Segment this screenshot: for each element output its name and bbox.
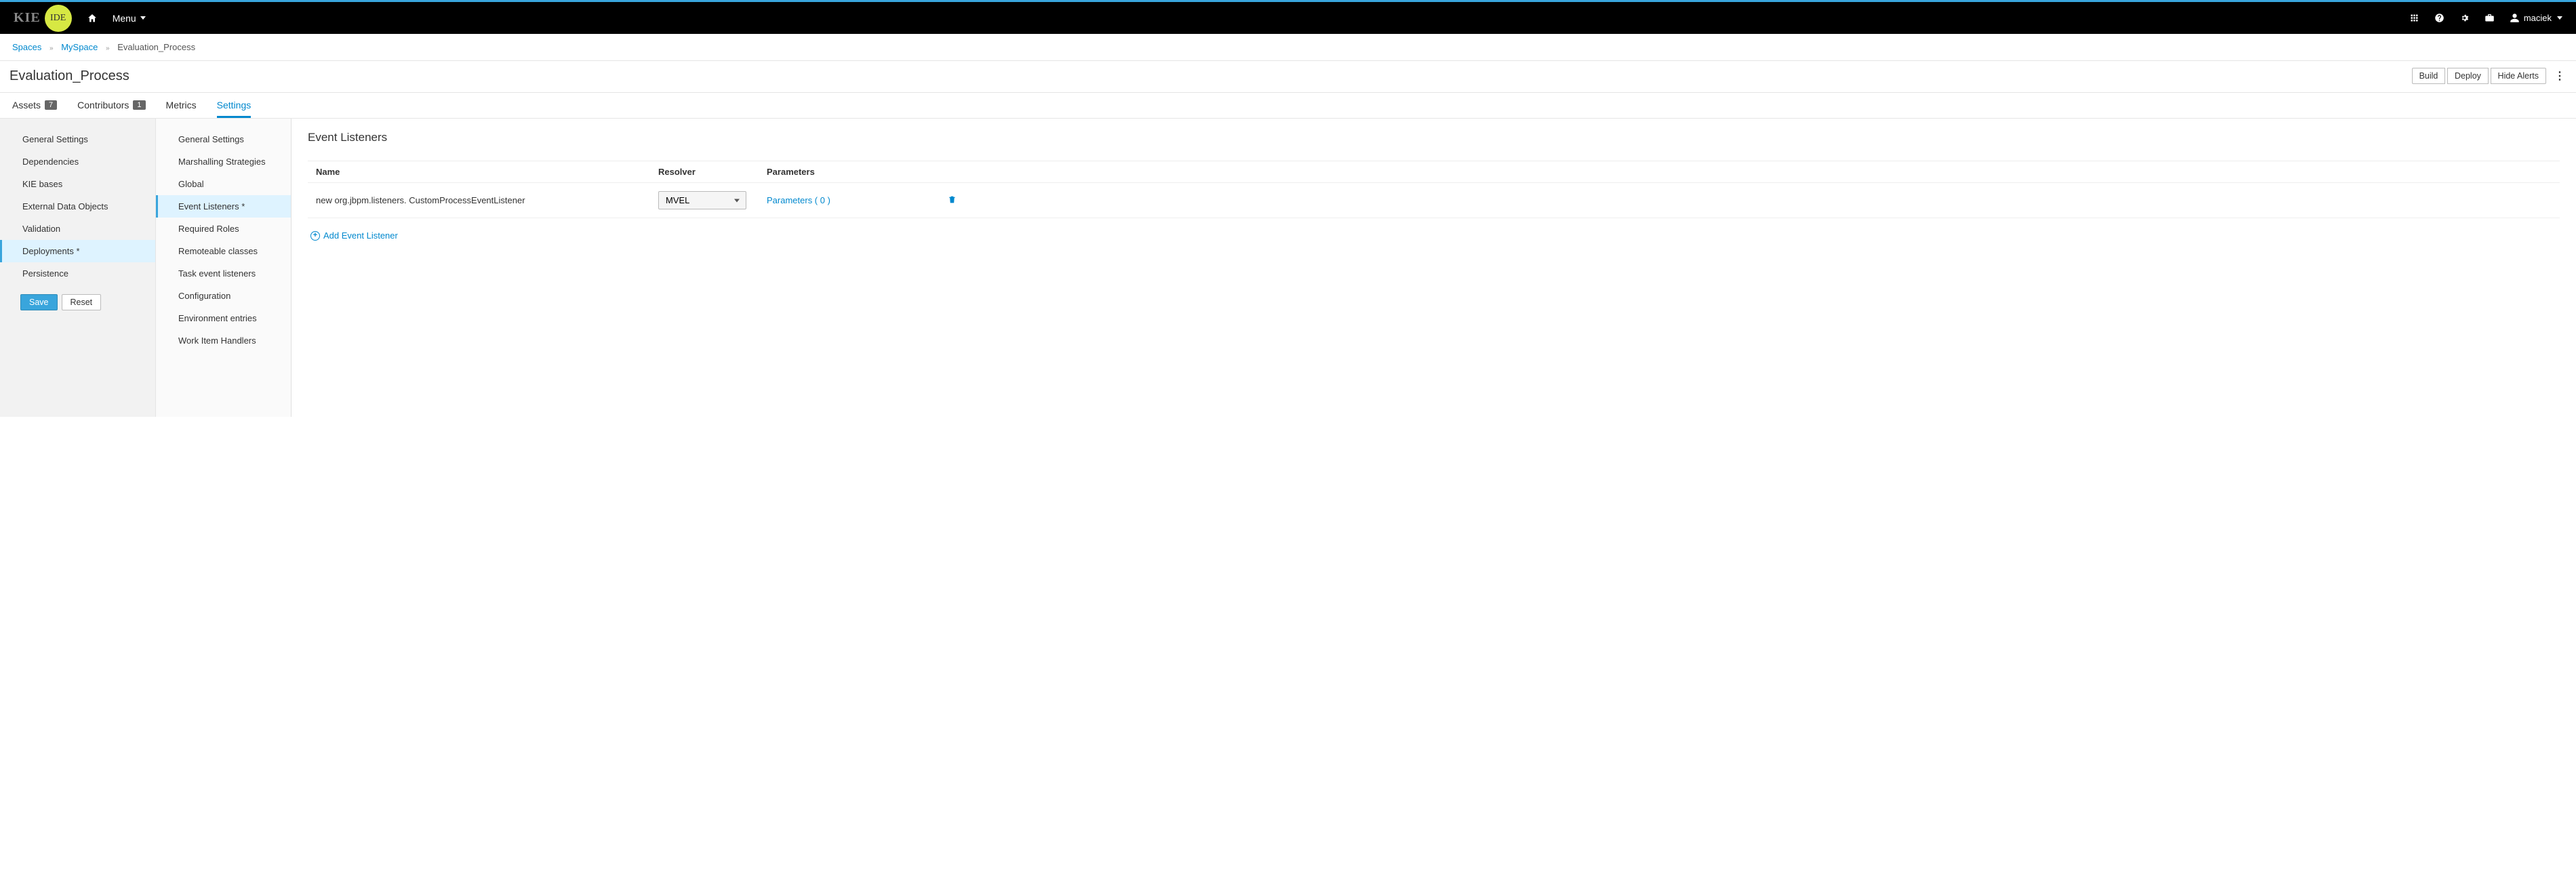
sidebar-item-external-data-objects[interactable]: External Data Objects bbox=[0, 195, 155, 218]
sidebar-item-dependencies[interactable]: Dependencies bbox=[0, 150, 155, 173]
hide-alerts-button[interactable]: Hide Alerts bbox=[2491, 68, 2546, 84]
menu-dropdown[interactable]: Menu bbox=[113, 13, 146, 24]
action-button-group: Build Deploy Hide Alerts bbox=[2412, 68, 2546, 84]
deployments-sidebar: General Settings Marshalling Strategies … bbox=[156, 119, 291, 417]
table-row: new org.jbpm.listeners. CustomProcessEve… bbox=[308, 183, 2560, 218]
subnav-item-marshalling-strategies[interactable]: Marshalling Strategies bbox=[156, 150, 291, 173]
tab-contributors[interactable]: Contributors 1 bbox=[77, 93, 145, 118]
main-panel: Event Listeners Name Resolver Parameters… bbox=[291, 119, 2576, 417]
tabs: Assets 7 Contributors 1 Metrics Settings bbox=[0, 93, 2576, 119]
col-header-parameters: Parameters bbox=[767, 167, 936, 177]
settings-sidebar: General Settings Dependencies KIE bases … bbox=[0, 119, 156, 417]
help-icon[interactable] bbox=[2434, 13, 2444, 23]
parameters-link[interactable]: Parameters ( 0 ) bbox=[767, 195, 830, 205]
tab-badge: 7 bbox=[45, 100, 57, 110]
row-resolver: MVEL bbox=[658, 191, 767, 209]
breadcrumb-sep: » bbox=[49, 45, 54, 52]
trash-icon bbox=[948, 195, 957, 204]
user-name: maciek bbox=[2524, 13, 2552, 23]
subnav-item-task-event-listeners[interactable]: Task event listeners bbox=[156, 262, 291, 285]
user-menu[interactable]: maciek bbox=[2510, 13, 2562, 23]
table-header: Name Resolver Parameters bbox=[308, 161, 2560, 183]
tab-label: Contributors bbox=[77, 100, 129, 110]
logo-ide-badge: IDE bbox=[45, 5, 72, 32]
tab-badge: 1 bbox=[133, 100, 145, 110]
sidebar-item-general-settings[interactable]: General Settings bbox=[0, 128, 155, 150]
menu-label: Menu bbox=[113, 13, 136, 24]
col-header-action bbox=[936, 167, 957, 177]
breadcrumb-link[interactable]: Spaces bbox=[12, 42, 41, 52]
resolver-select-wrap: MVEL bbox=[658, 191, 746, 209]
subnav-item-environment-entries[interactable]: Environment entries bbox=[156, 307, 291, 329]
titlebar: Evaluation_Process Build Deploy Hide Ale… bbox=[0, 61, 2576, 93]
sidebar-item-validation[interactable]: Validation bbox=[0, 218, 155, 240]
subnav-item-general-settings[interactable]: General Settings bbox=[156, 128, 291, 150]
breadcrumb: Spaces » MySpace » Evaluation_Process bbox=[0, 34, 2576, 61]
tab-label: Assets bbox=[12, 100, 41, 110]
top-header: KIE IDE Menu maciek bbox=[0, 0, 2576, 34]
tab-label: Settings bbox=[217, 100, 251, 110]
content: General Settings Dependencies KIE bases … bbox=[0, 119, 2576, 417]
chevron-down-icon bbox=[140, 16, 146, 20]
chevron-down-icon bbox=[2557, 16, 2562, 20]
subnav-item-event-listeners[interactable]: Event Listeners * bbox=[156, 195, 291, 218]
tab-metrics[interactable]: Metrics bbox=[166, 93, 197, 118]
breadcrumb-current: Evaluation_Process bbox=[117, 42, 195, 52]
sidebar-item-deployments[interactable]: Deployments * bbox=[0, 240, 155, 262]
tab-label: Metrics bbox=[166, 100, 197, 110]
save-reset-row: Save Reset bbox=[0, 285, 155, 320]
col-header-name: Name bbox=[316, 167, 658, 177]
subnav-item-global[interactable]: Global bbox=[156, 173, 291, 195]
panel-heading: Event Listeners bbox=[308, 131, 2560, 144]
sidebar-item-kie-bases[interactable]: KIE bases bbox=[0, 173, 155, 195]
subnav-item-work-item-handlers[interactable]: Work Item Handlers bbox=[156, 329, 291, 352]
row-delete[interactable] bbox=[936, 195, 957, 206]
col-header-resolver: Resolver bbox=[658, 167, 767, 177]
add-row: + Add Event Listener bbox=[308, 218, 2560, 251]
briefcase-icon[interactable] bbox=[2484, 13, 2495, 23]
sidebar-item-persistence[interactable]: Persistence bbox=[0, 262, 155, 285]
build-button[interactable]: Build bbox=[2412, 68, 2446, 84]
tab-settings[interactable]: Settings bbox=[217, 93, 251, 118]
plus-circle-icon: + bbox=[310, 231, 320, 241]
save-button[interactable]: Save bbox=[20, 294, 58, 310]
topbar-right: maciek bbox=[2409, 13, 2562, 23]
add-link-label: Add Event Listener bbox=[323, 230, 398, 241]
row-parameters: Parameters ( 0 ) bbox=[767, 195, 936, 205]
breadcrumb-link[interactable]: MySpace bbox=[61, 42, 98, 52]
breadcrumb-sep: » bbox=[106, 45, 110, 52]
add-event-listener-link[interactable]: + Add Event Listener bbox=[310, 230, 398, 241]
titlebar-actions: Build Deploy Hide Alerts ⋮ bbox=[2412, 68, 2567, 84]
gear-icon[interactable] bbox=[2459, 13, 2470, 23]
kebab-menu-icon[interactable]: ⋮ bbox=[2553, 69, 2567, 83]
user-icon bbox=[2510, 13, 2520, 23]
tab-assets[interactable]: Assets 7 bbox=[12, 93, 57, 118]
logo[interactable]: KIE IDE bbox=[14, 5, 72, 32]
reset-button[interactable]: Reset bbox=[62, 294, 102, 310]
apps-icon[interactable] bbox=[2409, 13, 2419, 23]
subnav-item-configuration[interactable]: Configuration bbox=[156, 285, 291, 307]
resolver-select[interactable]: MVEL bbox=[658, 191, 746, 209]
subnav-item-remoteable-classes[interactable]: Remoteable classes bbox=[156, 240, 291, 262]
topbar-left: KIE IDE Menu bbox=[14, 5, 146, 32]
page-title: Evaluation_Process bbox=[9, 68, 129, 84]
logo-kie-text: KIE bbox=[14, 10, 41, 26]
row-name: new org.jbpm.listeners. CustomProcessEve… bbox=[316, 195, 658, 205]
deploy-button[interactable]: Deploy bbox=[2447, 68, 2489, 84]
home-icon[interactable] bbox=[87, 13, 98, 24]
subnav-item-required-roles[interactable]: Required Roles bbox=[156, 218, 291, 240]
